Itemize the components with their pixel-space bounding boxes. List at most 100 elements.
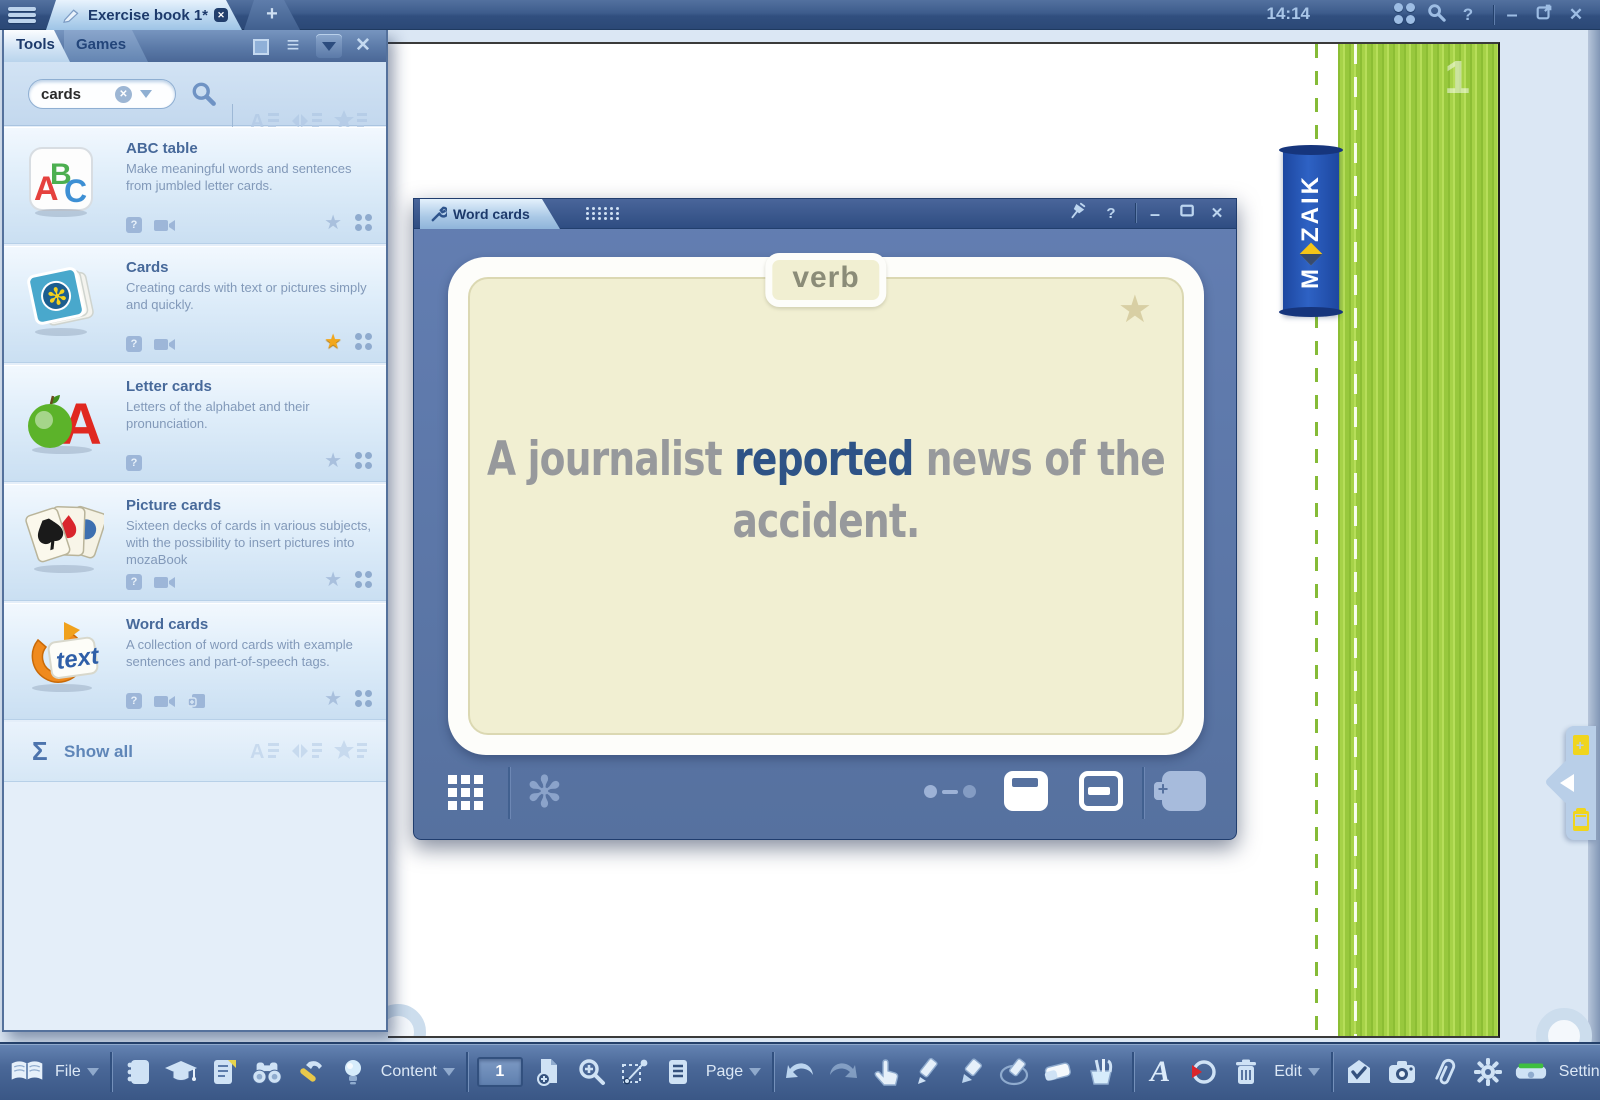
sort-favorites-icon-disabled[interactable]	[334, 738, 368, 769]
dialog-minimize-icon[interactable]: –	[1142, 202, 1168, 226]
pen-icon[interactable]	[912, 1055, 946, 1089]
dialog-close-icon[interactable]: ✕	[1204, 202, 1230, 226]
page-number-box[interactable]: 1	[477, 1057, 523, 1087]
help-icon[interactable]: ?	[126, 574, 142, 590]
search-icon[interactable]	[1424, 3, 1448, 27]
search-field[interactable]: ✕	[28, 79, 176, 109]
insert-card-icon[interactable]	[188, 693, 206, 709]
favorite-star-icon-active[interactable]: ★	[324, 329, 342, 354]
favorite-star-icon[interactable]: ★	[324, 448, 342, 473]
zoom-in-icon[interactable]	[575, 1055, 609, 1089]
page-outline-icon[interactable]	[661, 1055, 695, 1089]
panel-window-mode-icon[interactable]	[248, 34, 274, 58]
list-item-word-cards[interactable]: text Word cards A collection of word car…	[4, 603, 386, 720]
help-icon[interactable]: ?	[126, 336, 142, 352]
text-tool-icon[interactable]: A	[1143, 1055, 1177, 1089]
pager-dots-icon[interactable]	[924, 785, 976, 798]
list-item-cards[interactable]: ✻ Cards Creating cards with text or pict…	[4, 246, 386, 363]
clipboard-shortcut-icon[interactable]	[1573, 811, 1589, 831]
list-item-letter-cards[interactable]: A Letter cards Letters of the alphabet a…	[4, 365, 386, 482]
eraser-icon[interactable]	[1041, 1055, 1075, 1089]
idea-bulb-icon[interactable]	[336, 1055, 370, 1089]
file-menu[interactable]: File	[53, 1063, 101, 1081]
sort-direction-icon-disabled[interactable]	[291, 738, 323, 769]
minimize-icon[interactable]: –	[1500, 3, 1524, 27]
edit-menu[interactable]: Edit	[1272, 1063, 1322, 1081]
list-item-abc-table[interactable]: BAC ABC table Make meaningful words and …	[4, 127, 386, 244]
open-panel-arrow-icon[interactable]	[1560, 774, 1574, 792]
favorite-star-icon[interactable]: ★	[324, 686, 342, 711]
dialog-help-icon[interactable]: ?	[1098, 202, 1124, 226]
show-all-label[interactable]: Show all	[64, 742, 133, 762]
settings-gear-icon[interactable]	[1471, 1055, 1505, 1089]
homework-check-icon[interactable]	[1342, 1055, 1376, 1089]
panel-dropdown-icon[interactable]	[316, 34, 342, 58]
tab-close-icon[interactable]: ✕	[214, 8, 228, 22]
page-menu[interactable]: Page	[704, 1063, 763, 1081]
tab-tools[interactable]: Tools	[4, 30, 70, 62]
pointer-hand-icon[interactable]	[869, 1055, 903, 1089]
card-front-view-icon[interactable]	[1004, 771, 1048, 811]
help-icon[interactable]: ?	[126, 693, 142, 709]
tile-menu-icon[interactable]	[355, 452, 372, 469]
freehand-pen-icon[interactable]	[998, 1055, 1032, 1089]
ornament-icon[interactable]: ✻	[526, 767, 563, 818]
video-icon[interactable]	[154, 575, 176, 590]
attachment-paperclip-icon[interactable]	[1428, 1055, 1462, 1089]
add-page-shortcut-icon[interactable]	[1573, 735, 1589, 755]
tab-games[interactable]: Games	[64, 30, 148, 62]
add-card-icon[interactable]	[1162, 771, 1206, 811]
dialog-pin-icon[interactable]	[1064, 202, 1090, 226]
layout-toggle-icon[interactable]	[1514, 1055, 1548, 1089]
video-icon[interactable]	[154, 337, 176, 352]
delete-trash-icon[interactable]	[1229, 1055, 1263, 1089]
card-grid-view-icon[interactable]	[448, 775, 483, 810]
card-back-view-icon[interactable]	[1079, 771, 1123, 811]
restore-icon[interactable]	[1532, 3, 1556, 27]
settings-menu[interactable]: Settings	[1557, 1063, 1600, 1081]
favorite-star-icon[interactable]: ★	[324, 567, 342, 592]
help-icon[interactable]: ?	[1456, 3, 1480, 27]
search-history-chevron-icon[interactable]	[140, 90, 152, 98]
help-icon[interactable]: ?	[126, 455, 142, 471]
mozaik-ribbon-bookmark[interactable]: MZAIK	[1283, 148, 1339, 314]
select-transform-icon[interactable]	[618, 1055, 652, 1089]
main-menu-icon[interactable]	[8, 5, 36, 25]
favorite-star-icon[interactable]: ★	[324, 210, 342, 235]
card-star-icon[interactable]: ★	[1118, 287, 1152, 332]
open-book-icon[interactable]	[10, 1055, 44, 1089]
camera-snapshot-icon[interactable]	[1385, 1055, 1419, 1089]
lesson-report-icon[interactable]	[207, 1055, 241, 1089]
booklet-icon[interactable]	[121, 1055, 155, 1089]
close-icon[interactable]: ✕	[1564, 3, 1588, 27]
sort-alphabetical-icon-disabled[interactable]: A	[250, 738, 280, 769]
tile-menu-icon[interactable]	[355, 214, 372, 231]
exercise-book-tab[interactable]: Exercise book 1* ✕	[46, 0, 242, 30]
show-all-row[interactable]: Σ Show all A	[4, 722, 386, 782]
graduation-cap-icon[interactable]	[164, 1055, 198, 1089]
record-icon[interactable]	[1186, 1055, 1220, 1089]
tile-menu-icon[interactable]	[355, 690, 372, 707]
new-tab-button[interactable]: +	[244, 0, 300, 30]
panel-list-view-icon[interactable]	[280, 34, 306, 58]
undo-icon[interactable]	[783, 1055, 817, 1089]
video-icon[interactable]	[154, 218, 176, 233]
list-item-picture-cards[interactable]: Picture cards Sixteen decks of cards in …	[4, 484, 386, 601]
apps-grid-icon[interactable]	[1394, 3, 1415, 24]
dialog-titlebar[interactable]: Word cards ? – ✕	[414, 199, 1236, 229]
binoculars-icon[interactable]	[250, 1055, 284, 1089]
side-panel-handle[interactable]	[1566, 726, 1596, 840]
clear-search-icon[interactable]: ✕	[115, 86, 132, 103]
redo-icon[interactable]	[826, 1055, 860, 1089]
pen-holder-icon[interactable]	[1084, 1055, 1118, 1089]
search-input[interactable]	[41, 86, 115, 103]
highlighter-icon[interactable]	[955, 1055, 989, 1089]
search-button[interactable]	[190, 80, 217, 112]
help-icon[interactable]: ?	[126, 217, 142, 233]
video-icon[interactable]	[154, 694, 176, 709]
tile-menu-icon[interactable]	[355, 571, 372, 588]
add-page-icon[interactable]	[532, 1055, 566, 1089]
dialog-maximize-icon[interactable]	[1174, 202, 1200, 226]
tile-menu-icon[interactable]	[355, 333, 372, 350]
dialog-drag-grip[interactable]	[586, 207, 620, 220]
